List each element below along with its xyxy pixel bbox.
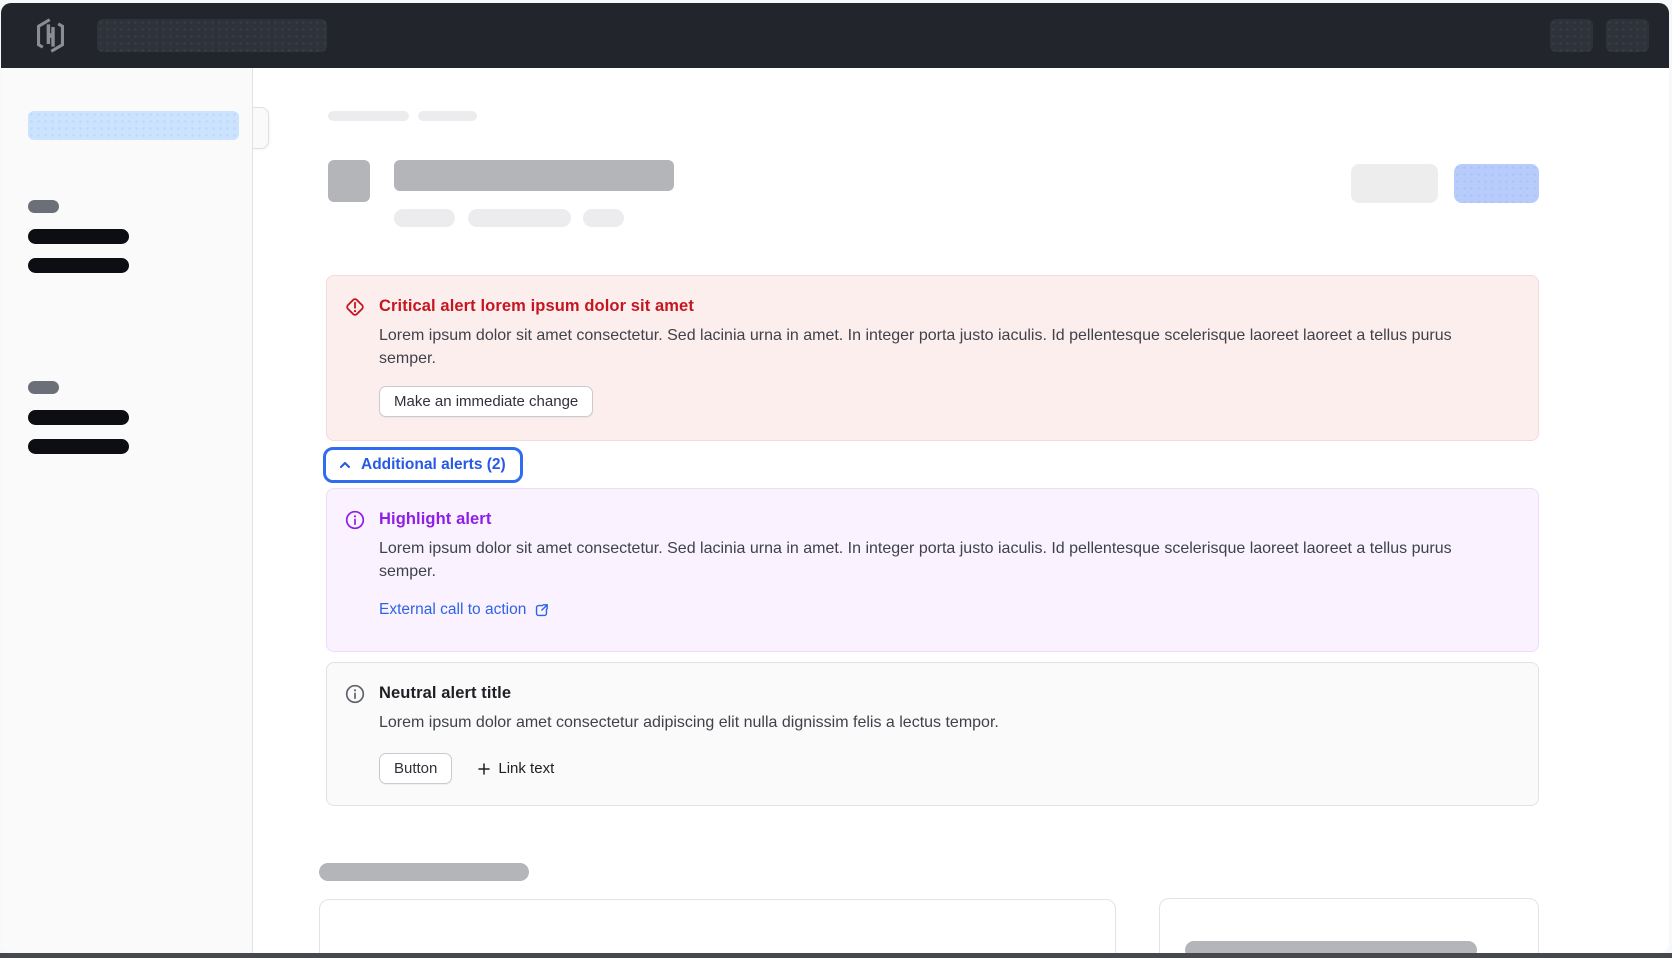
additional-alerts-toggle[interactable]: Additional alerts (2) bbox=[323, 447, 523, 483]
sidebar-item-skeleton[interactable] bbox=[28, 410, 129, 425]
neutral-alert-title: Neutral alert title bbox=[379, 683, 999, 703]
app-frame: Critical alert lorem ipsum dolor sit ame… bbox=[1, 3, 1669, 953]
alert-content: Neutral alert title Lorem ipsum dolor am… bbox=[379, 683, 999, 785]
page-title-skeleton bbox=[394, 160, 674, 191]
hashicorp-logo-icon bbox=[32, 17, 69, 54]
section-title-skeleton bbox=[319, 863, 529, 881]
neutral-alert-button[interactable]: Button bbox=[379, 753, 452, 784]
highlight-alert-title: Highlight alert bbox=[379, 509, 1512, 529]
highlight-alert: Highlight alert Lorem ipsum dolor sit am… bbox=[326, 488, 1539, 652]
highlight-alert-body: Lorem ipsum dolor sit amet consectetur. … bbox=[379, 537, 1512, 583]
navbar-action-skeleton-2[interactable] bbox=[1606, 19, 1649, 52]
page-meta-pill-skeleton bbox=[468, 209, 571, 227]
sidebar-selected-item-skeleton[interactable] bbox=[28, 111, 239, 140]
header-secondary-button-skeleton[interactable] bbox=[1351, 164, 1438, 203]
neutral-alert-link-label: Link text bbox=[498, 760, 554, 777]
page-background-strip bbox=[0, 953, 1672, 958]
critical-alert-action-button[interactable]: Make an immediate change bbox=[379, 386, 593, 417]
sidebar-drawer-handle[interactable] bbox=[253, 107, 269, 149]
chevron-up-icon bbox=[337, 457, 353, 473]
main-content: Critical alert lorem ipsum dolor sit ame… bbox=[254, 68, 1669, 953]
card-content-skeleton bbox=[1185, 941, 1477, 953]
info-circle-icon bbox=[343, 508, 367, 532]
header-primary-button-skeleton[interactable] bbox=[1454, 164, 1539, 203]
alert-content: Critical alert lorem ipsum dolor sit ame… bbox=[379, 296, 1512, 420]
highlight-alert-link-label: External call to action bbox=[379, 601, 526, 619]
neutral-alert-link[interactable]: Link text bbox=[478, 760, 554, 777]
alert-diamond-icon bbox=[343, 295, 367, 319]
additional-alerts-label: Additional alerts (2) bbox=[361, 456, 506, 474]
page-meta-pill-skeleton bbox=[583, 209, 624, 227]
sidebar bbox=[1, 68, 253, 953]
critical-alert-title: Critical alert lorem ipsum dolor sit ame… bbox=[379, 296, 1512, 316]
navbar-search-skeleton[interactable] bbox=[97, 19, 327, 52]
plus-icon bbox=[478, 763, 490, 775]
external-call-to-action-link[interactable]: External call to action bbox=[379, 601, 550, 619]
card-skeleton bbox=[1159, 898, 1539, 953]
page-meta-pill-skeleton bbox=[394, 209, 455, 227]
info-circle-icon bbox=[343, 682, 367, 706]
sidebar-section-label-skeleton bbox=[28, 200, 59, 213]
card-skeleton bbox=[319, 899, 1116, 953]
navbar-action-skeleton-1[interactable] bbox=[1550, 19, 1593, 52]
critical-alert: Critical alert lorem ipsum dolor sit ame… bbox=[326, 275, 1539, 441]
critical-alert-body: Lorem ipsum dolor sit amet consectetur. … bbox=[379, 324, 1512, 370]
breadcrumb-skeleton bbox=[328, 111, 409, 121]
external-link-icon bbox=[533, 602, 550, 619]
page-icon-skeleton bbox=[328, 160, 370, 202]
sidebar-item-skeleton[interactable] bbox=[28, 258, 129, 273]
sidebar-item-skeleton[interactable] bbox=[28, 439, 129, 454]
neutral-alert: Neutral alert title Lorem ipsum dolor am… bbox=[326, 662, 1539, 806]
alert-content: Highlight alert Lorem ipsum dolor sit am… bbox=[379, 509, 1512, 631]
top-navbar bbox=[1, 3, 1669, 68]
sidebar-section-label-skeleton bbox=[28, 381, 59, 394]
sidebar-item-skeleton[interactable] bbox=[28, 229, 129, 244]
neutral-alert-body: Lorem ipsum dolor amet consectetur adipi… bbox=[379, 711, 999, 734]
breadcrumb-skeleton bbox=[418, 111, 477, 121]
